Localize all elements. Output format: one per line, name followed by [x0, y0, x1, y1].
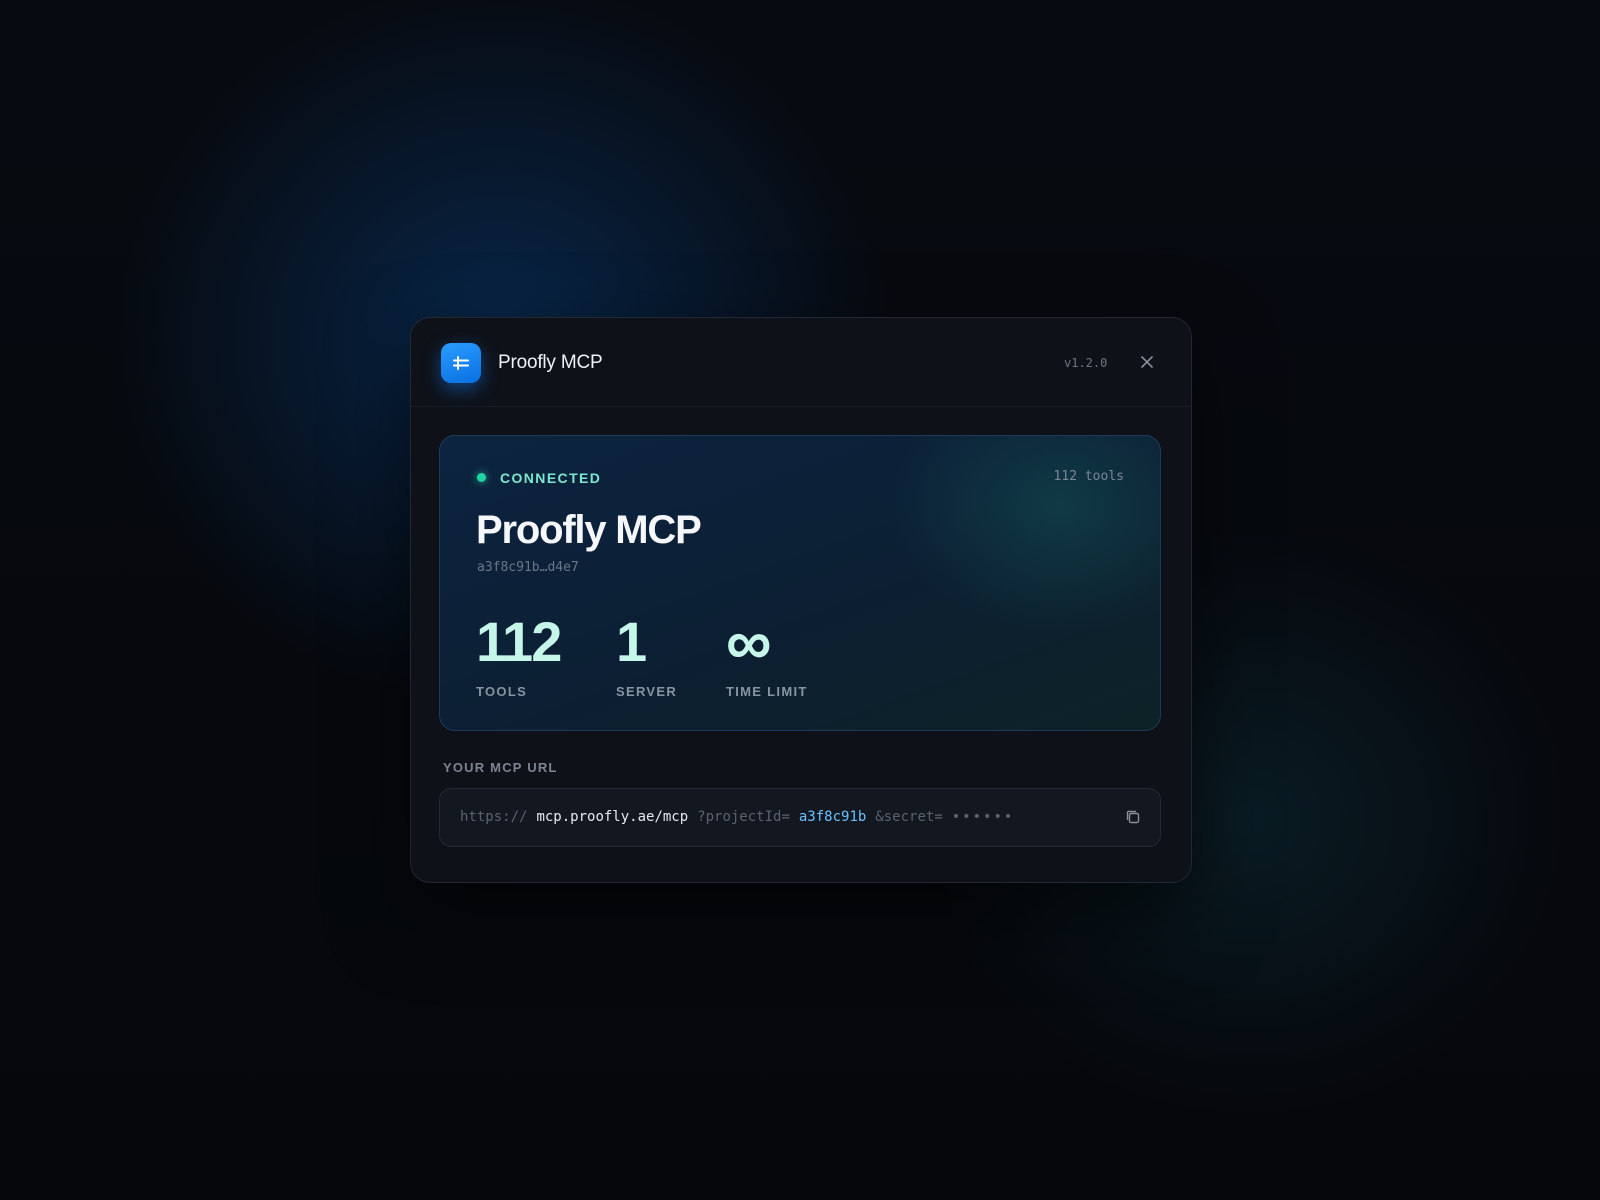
mcp-dialog: Proofly MCP v1.2.0 CONNECTED 112 tools P…	[410, 317, 1192, 883]
close-icon	[1141, 356, 1153, 368]
server-id: a3f8c91b…d4e7	[477, 560, 579, 575]
url-scheme: https://	[460, 809, 528, 825]
url-secret-mask: ••••••	[951, 809, 1015, 825]
mcp-url-field[interactable]: https:// mcp.proofly.ae/mcp ?projectId= a3f…	[439, 788, 1161, 847]
version-label: v1.2.0	[1064, 356, 1108, 370]
server-name: Proofly MCP	[476, 508, 702, 552]
tools-count: 112 tools	[1053, 469, 1124, 484]
url-project-id: a3f8c91b	[798, 809, 867, 825]
stat-value: ∞	[726, 606, 772, 678]
copy-button[interactable]	[1123, 807, 1143, 827]
url-secret-param: &secret=	[875, 809, 943, 825]
stat-label: TIME LIMIT	[726, 684, 808, 699]
stat-value: 1	[616, 610, 647, 673]
copy-icon	[1126, 810, 1140, 824]
sliders-icon	[441, 343, 481, 383]
stat-time-limit: ∞ TIME LIMIT	[726, 606, 808, 699]
title-bar: Proofly MCP v1.2.0	[411, 318, 1191, 407]
url-host: mcp.proofly.ae/mcp	[536, 809, 689, 825]
stat-label: SERVER	[616, 684, 678, 699]
status-dot-icon	[477, 473, 486, 482]
status-badge: CONNECTED	[500, 470, 602, 486]
connection-card: CONNECTED 112 tools Proofly MCP a3f8c91b…	[439, 435, 1161, 731]
close-button[interactable]	[1136, 351, 1158, 373]
window-title: Proofly MCP	[498, 352, 603, 373]
mcp-url-text[interactable]: https:// mcp.proofly.ae/mcp ?projectId= a3f…	[460, 809, 1023, 825]
stat-tools: 112 TOOLS	[476, 610, 562, 700]
mcp-url-heading: YOUR MCP URL	[443, 760, 558, 775]
stat-server: 1 SERVER	[616, 610, 678, 700]
url-project-param: ?projectId=	[697, 809, 790, 825]
stat-value: 112	[476, 610, 562, 673]
stat-label: TOOLS	[476, 684, 528, 699]
